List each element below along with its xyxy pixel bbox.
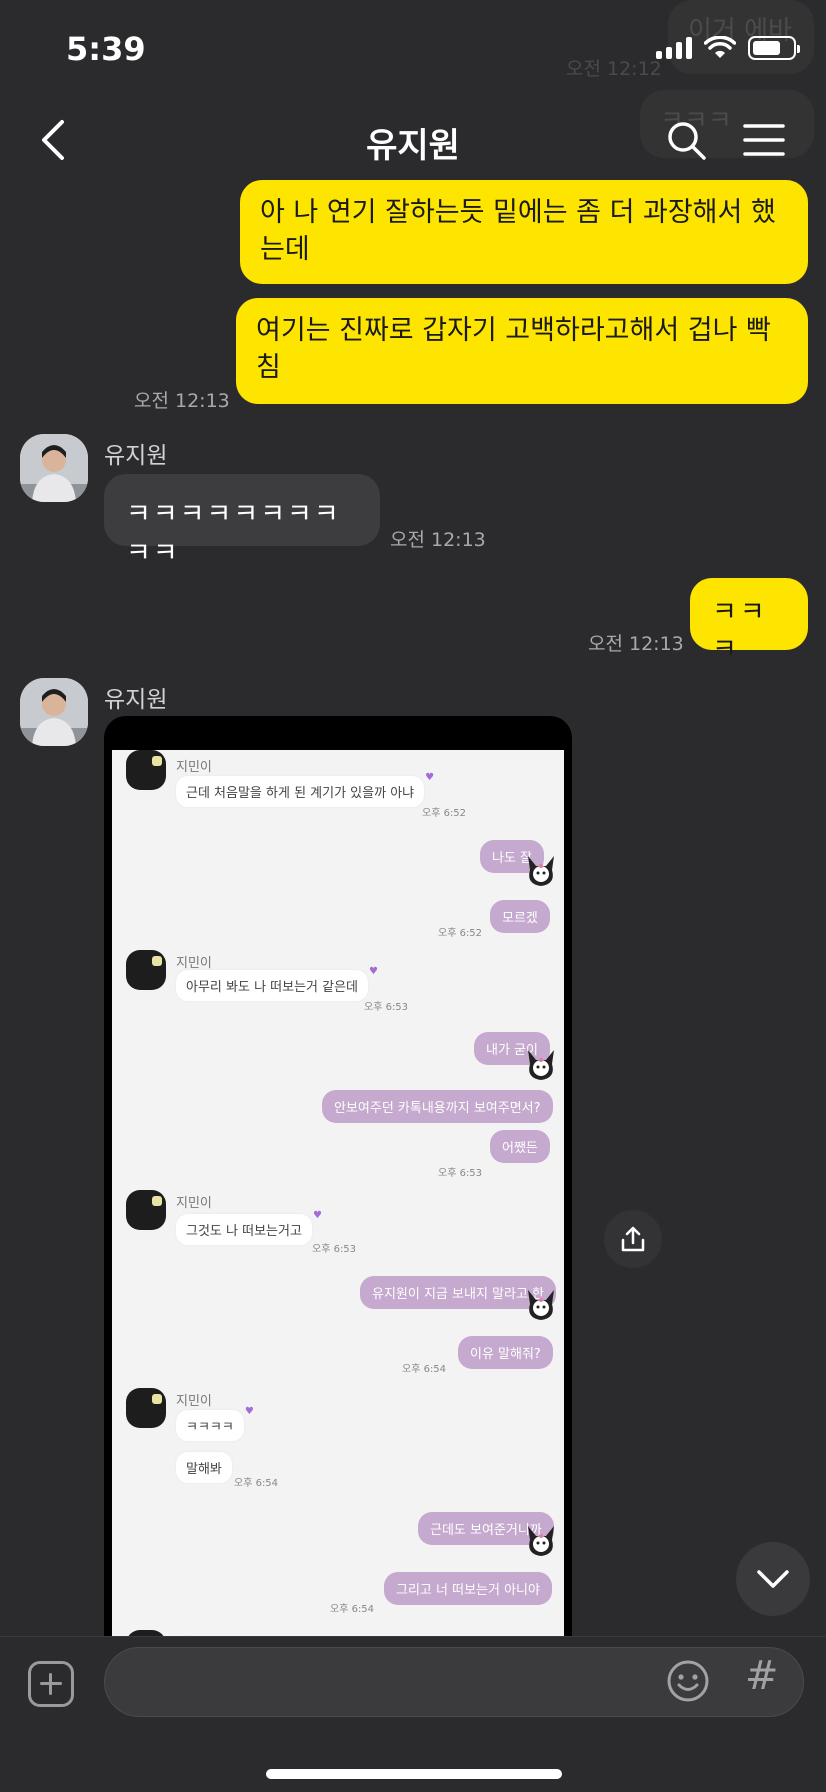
my-message-bubble: 모르겠 (490, 900, 550, 933)
status-icons (656, 36, 800, 60)
message-timestamp: 오후 6:54 (402, 1364, 447, 1375)
friend-message-bubble: ㅋㅋㅋㅋ ♥ (176, 1406, 254, 1441)
message-timestamp: 오후 6:53 (438, 1168, 483, 1179)
my-message-bubble: 이유 말해줘? (458, 1336, 553, 1369)
avatar (126, 750, 166, 790)
message-timestamp: 오전 12:13 (390, 529, 486, 551)
message-text: 아무리 봐도 나 떠보는거 같은데 (186, 980, 359, 995)
friend-message-bubble: 말해봐 (176, 1452, 232, 1483)
share-button[interactable] (604, 1210, 662, 1268)
avatar[interactable] (20, 678, 88, 746)
message-text: 그것도 나 떠보는거고 (186, 1224, 302, 1239)
status-time: 5:39 (66, 30, 146, 68)
sender-name: 지민이 (176, 1196, 212, 1211)
hashtag-icon[interactable]: # (745, 1653, 779, 1699)
message-timestamp: 오후 6:54 (330, 1604, 375, 1615)
message-timestamp: 오전 12:13 (134, 390, 230, 412)
friend-message-bubble: 아무리 봐도 나 떠보는거 같은데 ♥ (176, 966, 378, 1001)
heart-icon: ♥ (244, 1406, 254, 1417)
heart-icon: ♥ (425, 772, 435, 783)
message-timestamp: 오후 6:53 (364, 1002, 409, 1013)
faded-timestamp: 오전 12:12 (566, 58, 662, 80)
my-message-bubble: 안보여주던 카톡내용까지 보여주면서? (322, 1090, 553, 1123)
character-icon (528, 1290, 554, 1320)
search-icon[interactable] (664, 118, 708, 162)
avatar (126, 1190, 166, 1230)
sender-name: 유지원 (104, 687, 168, 713)
share-icon (621, 1226, 645, 1252)
shared-screenshot-image[interactable]: 지민이 근데 처음말을 하게 된 계기가 있을까 아냐 ♥ 오후 6:52 나도 … (104, 716, 572, 1792)
avatar (126, 1388, 166, 1428)
message-timestamp: 오후 6:52 (438, 928, 483, 939)
chevron-down-icon (757, 1570, 789, 1588)
emoji-icon[interactable] (666, 1659, 710, 1703)
my-message-bubble[interactable]: 아 나 연기 잘하는듯 밑에는 좀 더 과장해서 했는데 (240, 180, 808, 284)
add-icon[interactable] (28, 1661, 74, 1707)
avatar (126, 950, 166, 990)
my-message-bubble: 어쨌든 (490, 1130, 550, 1163)
sender-name: 지민이 (176, 956, 212, 971)
message-text: ㅋㅋㅋㅋ (186, 1420, 234, 1435)
battery-icon (748, 36, 800, 60)
my-message-bubble[interactable]: 여기는 진짜로 갑자기 고백하라고해서 겁나 빡침 (236, 298, 808, 404)
message-input-bar: # (0, 1636, 826, 1792)
friend-message-bubble[interactable]: ㅋㅋㅋㅋㅋㅋㅋㅋㅋㅋ (104, 474, 380, 569)
menu-icon[interactable] (742, 118, 786, 162)
home-indicator (266, 1769, 562, 1779)
message-timestamp: 오후 6:54 (234, 1478, 279, 1489)
avatar[interactable] (20, 434, 88, 502)
message-text: 근데 처음말을 하게 된 계기가 있을까 아냐 (186, 786, 415, 801)
character-icon (528, 1526, 554, 1556)
character-icon (528, 856, 554, 886)
sender-name: 유지원 (104, 443, 168, 469)
scroll-to-bottom-button[interactable] (736, 1542, 810, 1616)
chat-header: 유지원 (0, 100, 826, 180)
wifi-icon (704, 36, 736, 58)
heart-icon: ♥ (312, 1210, 322, 1221)
sender-name: 지민이 (176, 760, 212, 775)
friend-message-bubble: 근데 처음말을 하게 된 계기가 있을까 아냐 ♥ (176, 772, 434, 807)
my-message-bubble[interactable]: ㅋㅋㅋ (690, 578, 808, 665)
sender-name: 지민이 (176, 1394, 212, 1409)
message-timestamp: 오후 6:52 (422, 808, 467, 819)
character-icon (528, 1050, 554, 1080)
friend-message-bubble: 그것도 나 떠보는거고 ♥ (176, 1210, 322, 1245)
signal-icon (656, 37, 692, 59)
message-timestamp: 오전 12:13 (588, 633, 684, 655)
my-message-bubble: 그리고 너 떠보는거 아니야 (384, 1572, 552, 1605)
message-timestamp: 오후 6:53 (312, 1244, 357, 1255)
heart-icon: ♥ (369, 966, 379, 977)
